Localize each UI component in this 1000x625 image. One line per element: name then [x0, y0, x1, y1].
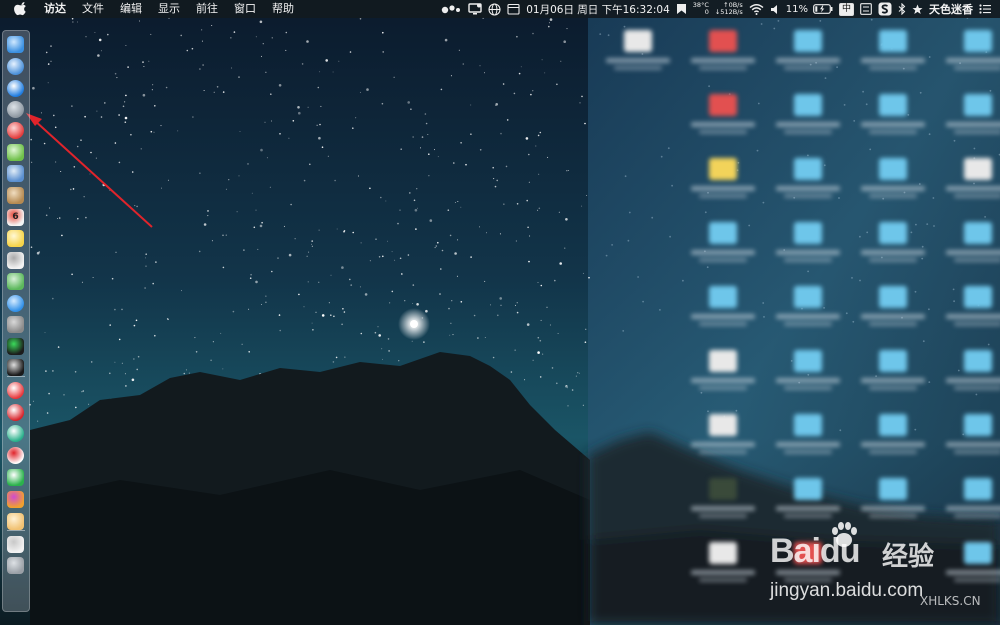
temperature-cpu-monitor[interactable]: 38°C 0: [693, 2, 709, 16]
datetime-text[interactable]: 01月06日 周日 下午16:32:04: [526, 0, 670, 18]
bluetooth-icon[interactable]: [898, 0, 906, 18]
dock-network-globe-icon[interactable]: [7, 58, 24, 75]
desktop-item[interactable]: [940, 536, 1000, 594]
dock-notes-book-icon[interactable]: [7, 187, 24, 204]
dock: 6: [2, 30, 30, 612]
notification-display-icon[interactable]: [468, 0, 482, 18]
settings-box-icon[interactable]: [860, 0, 872, 18]
dock-calendar-icon[interactable]: 6: [7, 209, 24, 226]
s-app-icon[interactable]: [878, 0, 892, 18]
desktop-item[interactable]: [940, 408, 1000, 466]
desktop-item[interactable]: [940, 344, 1000, 402]
dock-netease-music-icon[interactable]: [7, 404, 24, 421]
dock-stickies-icon[interactable]: [7, 230, 24, 247]
desktop-item[interactable]: [685, 344, 761, 402]
bookmark-app-icon[interactable]: [676, 0, 687, 18]
desktop-item[interactable]: [770, 24, 846, 82]
dock-maps-icon[interactable]: [7, 273, 24, 290]
dock-folder-icon[interactable]: [7, 513, 24, 530]
desktop-item[interactable]: [685, 216, 761, 274]
desktop-item[interactable]: [770, 152, 846, 210]
dock-reminders-icon[interactable]: [7, 252, 24, 269]
desktop-item[interactable]: [855, 216, 931, 274]
menu-help[interactable]: 帮助: [264, 0, 302, 18]
desktop-item[interactable]: [940, 152, 1000, 210]
menu-app-name[interactable]: 访达: [36, 0, 74, 18]
dock-trash-icon[interactable]: [7, 557, 24, 574]
desktop-item[interactable]: [855, 344, 931, 402]
dock-safari-icon[interactable]: [7, 80, 24, 97]
dock-separator: [7, 530, 25, 531]
desktop-item[interactable]: [770, 280, 846, 338]
calendar-status-icon[interactable]: [507, 0, 520, 18]
desktop-item[interactable]: [940, 472, 1000, 530]
desktop-item[interactable]: [685, 24, 761, 82]
dots-status-icon[interactable]: [440, 0, 462, 18]
dock-separator: [7, 376, 25, 377]
desktop-item[interactable]: [855, 24, 931, 82]
desktop-item[interactable]: [770, 88, 846, 146]
globe-icon[interactable]: [488, 0, 501, 18]
desktop-item[interactable]: [855, 88, 931, 146]
desktop-item[interactable]: [685, 472, 761, 530]
desktop-item[interactable]: [685, 536, 761, 594]
dock-activity-monitor-icon[interactable]: [7, 338, 24, 355]
input-method-indicator[interactable]: 中: [838, 0, 854, 18]
net-down-text: ↓512B/s: [714, 8, 743, 16]
dock-system-preferences-icon[interactable]: [7, 316, 24, 333]
dock-app-store-icon[interactable]: [7, 295, 24, 312]
dock-android-icon[interactable]: [7, 144, 24, 161]
menu-file[interactable]: 文件: [74, 0, 112, 18]
menu-edit[interactable]: 编辑: [112, 0, 150, 18]
dock-finder-icon[interactable]: [7, 36, 24, 53]
wifi-icon[interactable]: [749, 0, 764, 18]
dock-document-icon[interactable]: [7, 536, 24, 553]
menu-window[interactable]: 窗口: [226, 0, 264, 18]
desktop-item[interactable]: [685, 88, 761, 146]
dock-yandex-icon[interactable]: [7, 447, 24, 464]
dock-green-app-icon[interactable]: [7, 425, 24, 442]
apple-logo-icon[interactable]: [14, 2, 28, 16]
desktop-item[interactable]: [940, 216, 1000, 274]
desktop-item[interactable]: [855, 472, 931, 530]
desktop-item[interactable]: [855, 280, 931, 338]
desktop-item[interactable]: [770, 472, 846, 530]
desktop-item[interactable]: [940, 280, 1000, 338]
volume-icon[interactable]: [770, 0, 780, 18]
dock-photos-icon[interactable]: [7, 491, 24, 508]
desktop-item[interactable]: [770, 536, 846, 594]
desktop-item[interactable]: [940, 88, 1000, 146]
calendar-day-text: 6: [12, 212, 19, 222]
user-name-text[interactable]: 天色迷香: [929, 0, 973, 18]
desktop-icons-area: [600, 18, 1000, 625]
cpu-text: 0: [704, 8, 709, 16]
dock-preview-icon[interactable]: [7, 165, 24, 182]
menu-bar: 访达 文件 编辑 显示 前往 窗口 帮助 01月06日 周日 下午16:32:0…: [0, 0, 1000, 18]
desktop-item[interactable]: [685, 408, 761, 466]
battery-icon[interactable]: [813, 0, 833, 18]
desktop-item[interactable]: [770, 408, 846, 466]
dock-terminal-icon[interactable]: [7, 359, 24, 376]
desktop-item[interactable]: [685, 152, 761, 210]
network-speed-monitor[interactable]: ↑0B/s ↓512B/s: [715, 2, 743, 16]
ime-text: 中: [838, 2, 854, 16]
menu-go[interactable]: 前往: [188, 0, 226, 18]
dock-red-app-icon[interactable]: [7, 122, 24, 139]
desktop-item[interactable]: [855, 408, 931, 466]
desktop-item[interactable]: [770, 216, 846, 274]
desktop-item[interactable]: [940, 24, 1000, 82]
menu-view[interactable]: 显示: [150, 0, 188, 18]
dock-launchpad-rocket-icon[interactable]: [7, 101, 24, 118]
notification-center-icon[interactable]: [979, 0, 991, 18]
battery-percent-text[interactable]: 11%: [786, 0, 808, 18]
star-status-icon[interactable]: [912, 0, 923, 18]
desktop-item[interactable]: [770, 344, 846, 402]
dock-wechat-icon[interactable]: [7, 469, 24, 486]
desktop-item[interactable]: [600, 24, 676, 82]
desktop-item[interactable]: [855, 152, 931, 210]
dock-vivaldi-icon[interactable]: [7, 382, 24, 399]
desktop-item[interactable]: [685, 280, 761, 338]
